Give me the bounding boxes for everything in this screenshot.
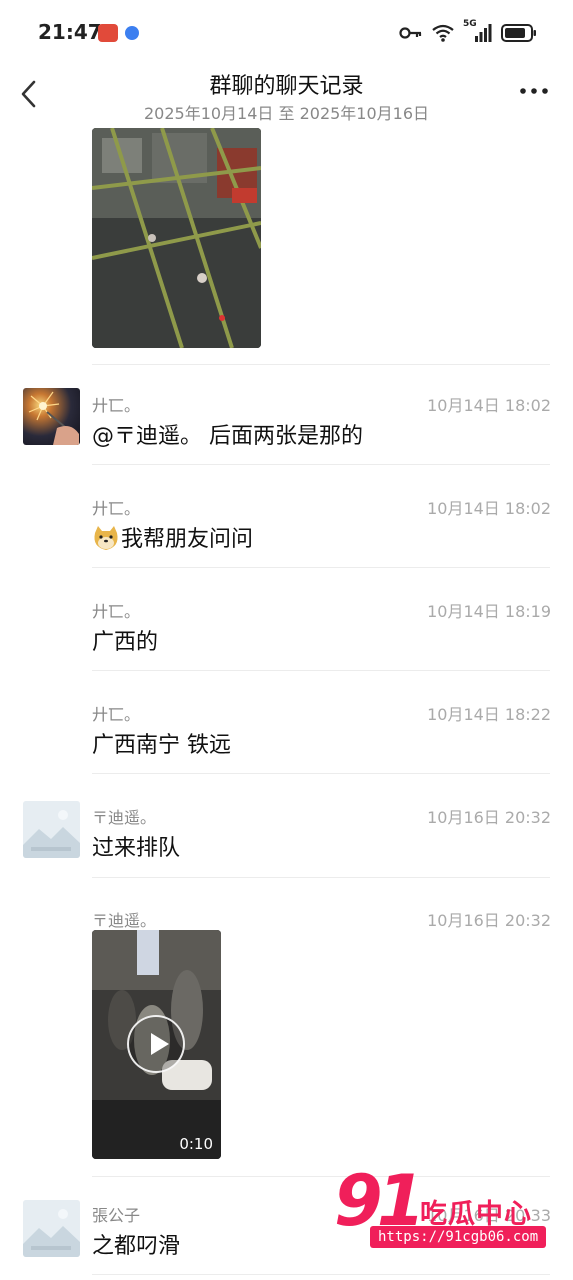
message-divider <box>92 464 550 465</box>
sender-name: 〒迪遥。 <box>92 911 157 930</box>
app-notification-dot-icon <box>125 26 139 40</box>
avatar[interactable] <box>23 388 80 445</box>
message-list[interactable]: 廾匸。 10月14日 18:02 @〒迪遥。 后面两张是那的 廾匸。 10月14… <box>0 128 573 1280</box>
message-text-row: 我帮朋友问问 <box>92 521 253 553</box>
vpn-key-icon <box>399 27 422 39</box>
sender-name: 廾匸。 <box>92 499 141 518</box>
message-divider <box>92 670 550 671</box>
message-text: 广西的 <box>92 630 159 655</box>
watermark-url: https://91cgb06.com <box>370 1226 547 1248</box>
doge-face-icon <box>94 526 118 550</box>
watermark: 91 吃瓜中心 https://91cgb06.com <box>334 1166 547 1252</box>
page-title: 群聊的聊天记录 <box>209 74 364 99</box>
message-time: 10月16日 20:32 <box>427 808 551 827</box>
sender-name: 廾匸。 <box>92 705 141 724</box>
status-icons: 5G <box>399 19 537 46</box>
message-text: @〒迪遥。 后面两张是那的 <box>92 424 363 449</box>
battery-icon <box>501 24 536 42</box>
sender-name: 廾匸。 <box>92 602 141 621</box>
date-range: 2025年10月14日 至 2025年10月16日 <box>143 104 430 123</box>
avatar[interactable] <box>23 801 80 858</box>
play-icon[interactable] <box>127 1015 185 1073</box>
more-options-icon[interactable] <box>519 86 549 96</box>
sender-name: 〒迪遥。 <box>92 808 157 827</box>
message-divider <box>92 773 550 774</box>
message-divider <box>92 877 550 878</box>
message-time: 10月14日 18:19 <box>427 602 551 621</box>
message-time: 10月16日 20:32 <box>427 911 551 930</box>
status-bar: 21:47 5G <box>0 0 573 66</box>
message-time: 10月14日 18:22 <box>427 705 551 724</box>
app-notification-icon <box>98 24 118 42</box>
message-divider <box>92 364 550 365</box>
street-night-photo[interactable] <box>92 128 261 348</box>
video-duration: 0:10 <box>179 1135 213 1153</box>
message-time: 10月14日 18:02 <box>427 499 551 518</box>
message-text: 过来排队 <box>92 836 181 861</box>
video-thumbnail[interactable]: 0:10 <box>92 930 221 1159</box>
sender-name: 廾匸。 <box>92 396 141 415</box>
message-text: 广西南宁 铁远 <box>92 733 231 758</box>
chat-history-header: 群聊的聊天记录 2025年10月14日 至 2025年10月16日 <box>0 66 573 128</box>
status-time: 21:47 <box>38 20 102 44</box>
avatar[interactable] <box>23 1200 80 1257</box>
message-divider <box>92 567 550 568</box>
message-text: 我帮朋友问问 <box>121 527 254 552</box>
message-text: 之都叼滑 <box>92 1234 181 1259</box>
message-time: 10月14日 18:02 <box>427 396 551 415</box>
sender-name: 張公子 <box>92 1206 141 1225</box>
cellular-signal-icon: 5G <box>463 19 493 44</box>
wifi-icon <box>432 24 454 42</box>
message-divider <box>92 1274 550 1275</box>
